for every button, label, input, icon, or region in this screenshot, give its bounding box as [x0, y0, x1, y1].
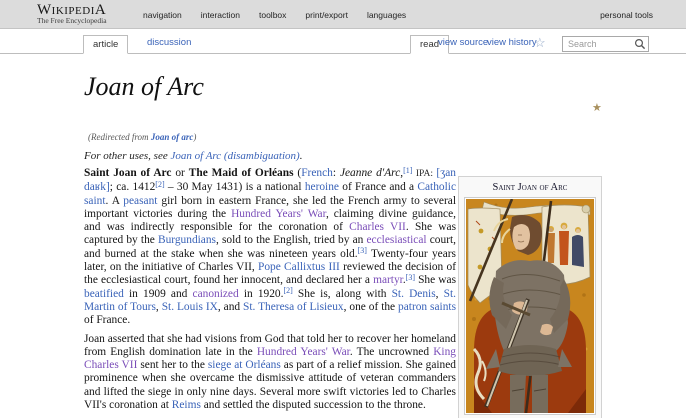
wikipedia-logo[interactable]: WikipediA The Free Encyclopedia [37, 3, 107, 25]
text-segment: She is, along with [292, 287, 392, 300]
featured-article-star-icon: ★ [592, 102, 602, 114]
article-link[interactable]: beatified [84, 288, 124, 300]
infobox-saint-joan-of-arc: Saint Joan of Arc [458, 176, 602, 418]
article-link[interactable]: St. Denis [392, 288, 436, 300]
text-segment: in 1909 and [123, 287, 193, 300]
article-link[interactable]: Reims [172, 399, 201, 411]
text-segment: Jeanne d'Arc [339, 167, 401, 179]
text-segment: in 1920. [238, 287, 284, 300]
text-segment: : [332, 167, 340, 179]
text-segment: Saint Joan of Arc [84, 167, 172, 179]
hatnote: For other uses, see Joan of Arc (disambi… [84, 150, 302, 162]
tab-view-source[interactable]: view source [438, 37, 488, 48]
text-segment: , and [217, 300, 244, 313]
text-segment: The Maid of Orléans [188, 167, 294, 179]
article-link[interactable]: Hundred Years' War [257, 346, 350, 358]
nav-item-print-export[interactable]: print/export [305, 10, 348, 20]
text-segment: sent her to the [137, 359, 208, 372]
page-title: Joan of Arc [84, 72, 204, 101]
text-segment: IPA: [412, 169, 437, 179]
reference-link[interactable]: [2] [283, 286, 292, 295]
article-link[interactable]: Burgundians [158, 234, 216, 246]
text-segment: and settled the disputed succession to t… [200, 399, 426, 412]
redirect-link[interactable]: Joan of arc [151, 132, 194, 142]
logo-tagline: The Free Encyclopedia [37, 16, 107, 25]
nav-item-navigation[interactable]: navigation [143, 10, 182, 20]
personal-tools-menu[interactable]: personal tools [600, 10, 653, 20]
paragraph: Saint Joan of Arc or The Maid of Orléans… [84, 166, 457, 328]
text-segment: or [171, 167, 189, 179]
infobox-title: Saint Joan of Arc [492, 182, 568, 193]
article-link[interactable]: ecclesiastical [367, 234, 427, 246]
watchlist-star-icon[interactable]: ☆ [534, 35, 546, 51]
page-tabs-bar: article discussion read view source view… [0, 29, 686, 54]
reference-link[interactable]: [2] [155, 180, 164, 189]
article-link[interactable]: heroine [305, 181, 339, 193]
article-link[interactable]: French [301, 167, 333, 179]
article-body: Saint Joan of Arc or The Maid of Orléans… [84, 166, 457, 418]
text-segment: . The uncrowned [349, 345, 434, 358]
article-link[interactable]: Hundred Years' War [231, 208, 326, 220]
nav-item-toolbox[interactable]: toolbox [259, 10, 286, 20]
text-segment: ; ca. 1412 [109, 181, 156, 194]
text-segment: , [435, 287, 444, 300]
hatnote-suffix: . [299, 150, 303, 162]
article-link[interactable]: St. Theresa of Lisieux [243, 301, 344, 313]
nav-item-interaction[interactable]: interaction [201, 10, 240, 20]
text-segment: of France and a [338, 181, 418, 194]
article-link[interactable]: Pope Callixtus III [258, 261, 340, 273]
article-link[interactable]: Charles VII [349, 221, 406, 233]
text-segment: , one of the [343, 300, 399, 313]
tab-view-history[interactable]: view history [487, 37, 537, 48]
reference-link[interactable]: [3] [358, 246, 367, 255]
logo-wordmark: WikipediA [37, 2, 107, 18]
top-navigation: navigation interaction toolbox print/exp… [143, 0, 406, 29]
nav-item-languages[interactable]: languages [367, 10, 406, 20]
text-segment: – 30 May 1431) is a national [164, 181, 305, 194]
joan-of-arc-painting[interactable] [464, 197, 596, 415]
wikipedia-page: WikipediA The Free Encyclopedia navigati… [0, 0, 686, 418]
redirect-prefix: (Redirected from [88, 132, 151, 142]
article-link[interactable]: patron saints [398, 301, 456, 313]
article-link[interactable]: martyr [373, 274, 403, 286]
text-segment: She was [415, 274, 457, 287]
search-magnifier-icon[interactable] [634, 38, 646, 50]
redirect-suffix: ) [193, 132, 197, 142]
text-segment: , sold to the English, tried by an [216, 234, 367, 247]
text-segment: . A [105, 194, 124, 207]
reference-link[interactable]: [3] [406, 273, 415, 282]
redirect-note: (Redirected from Joan of arc) [88, 132, 196, 142]
text-segment: of France. [84, 314, 131, 327]
hatnote-prefix: For other uses, see [84, 150, 171, 162]
article-link[interactable]: peasant [123, 195, 157, 207]
tab-discussion[interactable]: discussion [147, 37, 191, 48]
tab-article[interactable]: article [83, 35, 129, 54]
article-link[interactable]: siege at Orléans [208, 359, 281, 371]
article-link[interactable]: canonized [193, 288, 239, 300]
reference-link[interactable]: [1] [403, 166, 412, 175]
hatnote-disambiguation-link[interactable]: Joan of Arc (disambiguation) [170, 150, 299, 162]
top-bar: WikipediA The Free Encyclopedia navigati… [0, 0, 686, 29]
paragraph: Joan asserted that she had visions from … [84, 333, 456, 413]
article-link[interactable]: St. Louis IX [162, 301, 218, 313]
